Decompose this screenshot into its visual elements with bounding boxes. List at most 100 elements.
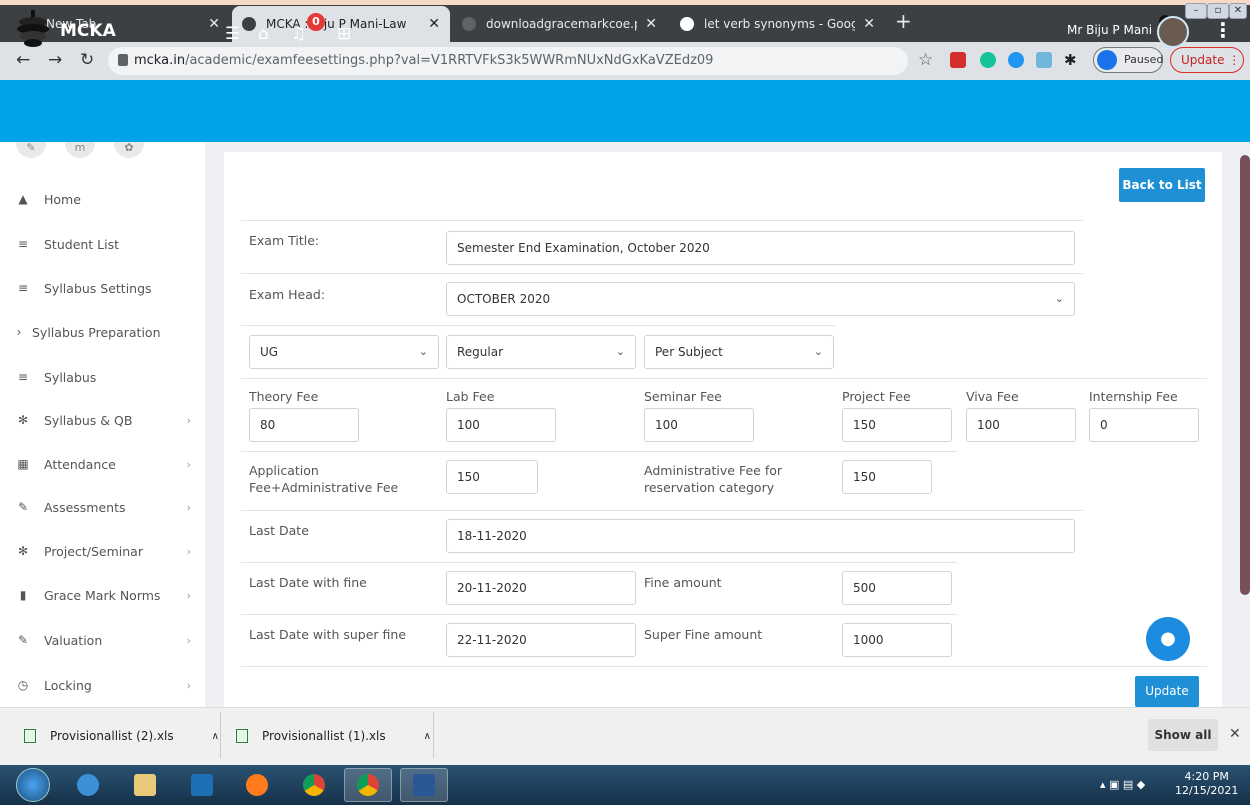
sidebar-item-locking[interactable]: ◷ Locking › (0, 665, 205, 705)
close-icon[interactable]: ✕ (208, 16, 220, 32)
super-fine-amount-input[interactable]: 1000 (842, 623, 952, 657)
application-fee-input[interactable]: 150 (446, 460, 538, 494)
maximize-button[interactable]: ▫ (1207, 3, 1229, 19)
reload-icon[interactable]: ↻ (80, 50, 94, 70)
seminar-fee-input[interactable]: 100 (644, 408, 754, 442)
back-to-list-button[interactable]: Back to List (1119, 168, 1205, 202)
avatar[interactable] (1157, 16, 1189, 48)
reservation-fee-input[interactable]: 150 (842, 460, 932, 494)
globe-icon (462, 17, 476, 31)
system-tray[interactable]: ▴ ▣ ▤ ◆ (1100, 778, 1145, 791)
kebab-menu-icon[interactable]: ⋮ (1213, 18, 1233, 42)
last-date-input[interactable]: 18-11-2020 (446, 519, 1075, 553)
close-window-button[interactable]: ✕ (1229, 3, 1247, 19)
sidebar-item-syllabus-preparation[interactable]: › Syllabus Preparation (0, 312, 205, 352)
outlook-icon[interactable] (178, 768, 226, 802)
word-icon[interactable] (400, 768, 448, 802)
close-icon[interactable]: ✕ (863, 16, 875, 32)
windows-start-icon[interactable] (16, 768, 50, 802)
chevron-up-icon[interactable]: ∧ (212, 731, 219, 742)
sidebar-item-valuation[interactable]: ✎ Valuation › (0, 620, 205, 660)
sidebar-item-assessments[interactable]: ✎ Assessments › (0, 487, 205, 527)
brand-name[interactable]: MCKA (60, 21, 116, 41)
chrome-icon[interactable] (290, 768, 338, 802)
close-icon[interactable]: ✕ (645, 16, 657, 32)
chat-bubble-icon[interactable]: ● (1146, 617, 1190, 661)
sidebar-item-project-seminar[interactable]: ✻ Project/Seminar › (0, 531, 205, 571)
exam-type-select[interactable]: Regular ⌄ (446, 335, 636, 369)
update-label: Update (1181, 53, 1225, 67)
sidebar-item-label: Attendance (44, 456, 116, 472)
chevron-right-icon: › (186, 544, 191, 558)
fee-mode-select[interactable]: Per Subject ⌄ (644, 335, 834, 369)
project-fee-input[interactable]: 150 (842, 408, 952, 442)
tab-downloadgracemark[interactable]: downloadgracemarkcoe.php ✕ (452, 6, 667, 42)
tab-google-search[interactable]: let verb synonyms - Google Searc ✕ (670, 6, 885, 42)
theory-fee-input[interactable]: 80 (249, 408, 359, 442)
home-icon[interactable]: ⌂ (258, 24, 269, 44)
puzzle-icon[interactable]: ✱ (1064, 52, 1080, 68)
extension-icon[interactable] (950, 52, 966, 68)
lock-icon[interactable] (118, 54, 128, 66)
viva-fee-input[interactable]: 100 (966, 408, 1076, 442)
lab-fee-input[interactable]: 100 (446, 408, 556, 442)
sidebar-item-label: Assessments (44, 499, 126, 515)
fine-amount-input[interactable]: 500 (842, 571, 952, 605)
firefox-icon[interactable] (233, 768, 281, 802)
download-item[interactable]: Provisionallist (1).xls ∧ (236, 707, 431, 765)
exam-head-select[interactable]: OCTOBER 2020 ⌄ (446, 282, 1075, 316)
download-item[interactable]: Provisionallist (2).xls ∧ (24, 707, 219, 765)
forward-arrow-icon[interactable]: → (48, 50, 62, 70)
super-fine-amount-label: Super Fine amount (644, 627, 763, 642)
clock[interactable]: 4:20 PM 12/15/2021 (1175, 770, 1238, 798)
file-explorer-icon[interactable] (121, 768, 169, 802)
sidebar-item-syllabus-qb[interactable]: ✻ Syllabus & QB › (0, 400, 205, 440)
book-icon: ▮ (19, 588, 27, 602)
minimize-button[interactable]: – (1185, 3, 1207, 19)
bell-icon[interactable]: ♫ (291, 24, 306, 44)
new-tab-button[interactable]: + (895, 11, 912, 31)
profile-status: Paused (1124, 53, 1164, 66)
fine-date-input[interactable]: 20-11-2020 (446, 571, 636, 605)
sidebar-item-syllabus[interactable]: ≡ Syllabus (0, 357, 205, 397)
extension-icon[interactable] (1008, 52, 1024, 68)
sidebar-item-attendance[interactable]: ▦ Attendance › (0, 444, 205, 484)
back-arrow-icon[interactable]: ← (16, 50, 30, 70)
profile-button[interactable]: Paused (1093, 47, 1163, 73)
sidebar-item-grace-mark-norms[interactable]: ▮ Grace Mark Norms › (0, 575, 205, 615)
lab-fee-label: Lab Fee (446, 389, 495, 404)
browser-update-button[interactable]: Update ⋮ (1170, 47, 1244, 73)
grid-icon[interactable]: ⊞ (337, 24, 351, 44)
tab-title: downloadgracemarkcoe.php (486, 17, 637, 31)
exam-title-input[interactable]: Semester End Examination, October 2020 (446, 231, 1075, 265)
sidebar-item-student-list[interactable]: ≡ Student List (0, 224, 205, 264)
ie-icon[interactable] (64, 768, 112, 802)
url-text[interactable]: mcka.in/academic/examfeesettings.php?val… (134, 53, 713, 68)
menu-lines-icon[interactable]: ☰ (225, 24, 240, 44)
extension-icon[interactable] (1036, 52, 1052, 68)
scrollbar[interactable] (1240, 155, 1250, 595)
chrome-active-icon[interactable] (344, 768, 392, 802)
sidebar-item-syllabus-settings[interactable]: ≡ Syllabus Settings (0, 268, 205, 308)
last-date-label: Last Date (249, 523, 309, 538)
grammarly-icon[interactable] (980, 52, 996, 68)
user-name[interactable]: Mr Biju P Mani (1067, 23, 1152, 37)
exam-type-value: Regular (457, 345, 504, 359)
close-icon[interactable]: ✕ (428, 16, 440, 32)
super-fine-date-input[interactable]: 22-11-2020 (446, 623, 636, 657)
outlook-glyph-icon (191, 774, 213, 796)
update-button[interactable]: Update (1135, 676, 1199, 707)
exam-head-value: OCTOBER 2020 (457, 292, 551, 306)
sidebar-item-label: Syllabus & QB (44, 412, 133, 428)
bookmark-star-icon[interactable]: ☆ (918, 50, 933, 70)
excel-file-icon (24, 729, 36, 743)
show-all-button[interactable]: Show all (1148, 719, 1218, 751)
sidebar-item-home[interactable]: ▲ Home (0, 179, 205, 219)
internship-fee-input[interactable]: 0 (1089, 408, 1199, 442)
url-host: mcka.in (134, 53, 186, 68)
word-glyph-icon (413, 774, 435, 796)
ie-glyph-icon (77, 774, 99, 796)
close-icon[interactable]: ✕ (1229, 726, 1241, 742)
level-select[interactable]: UG ⌄ (249, 335, 439, 369)
chevron-up-icon[interactable]: ∧ (424, 731, 431, 742)
